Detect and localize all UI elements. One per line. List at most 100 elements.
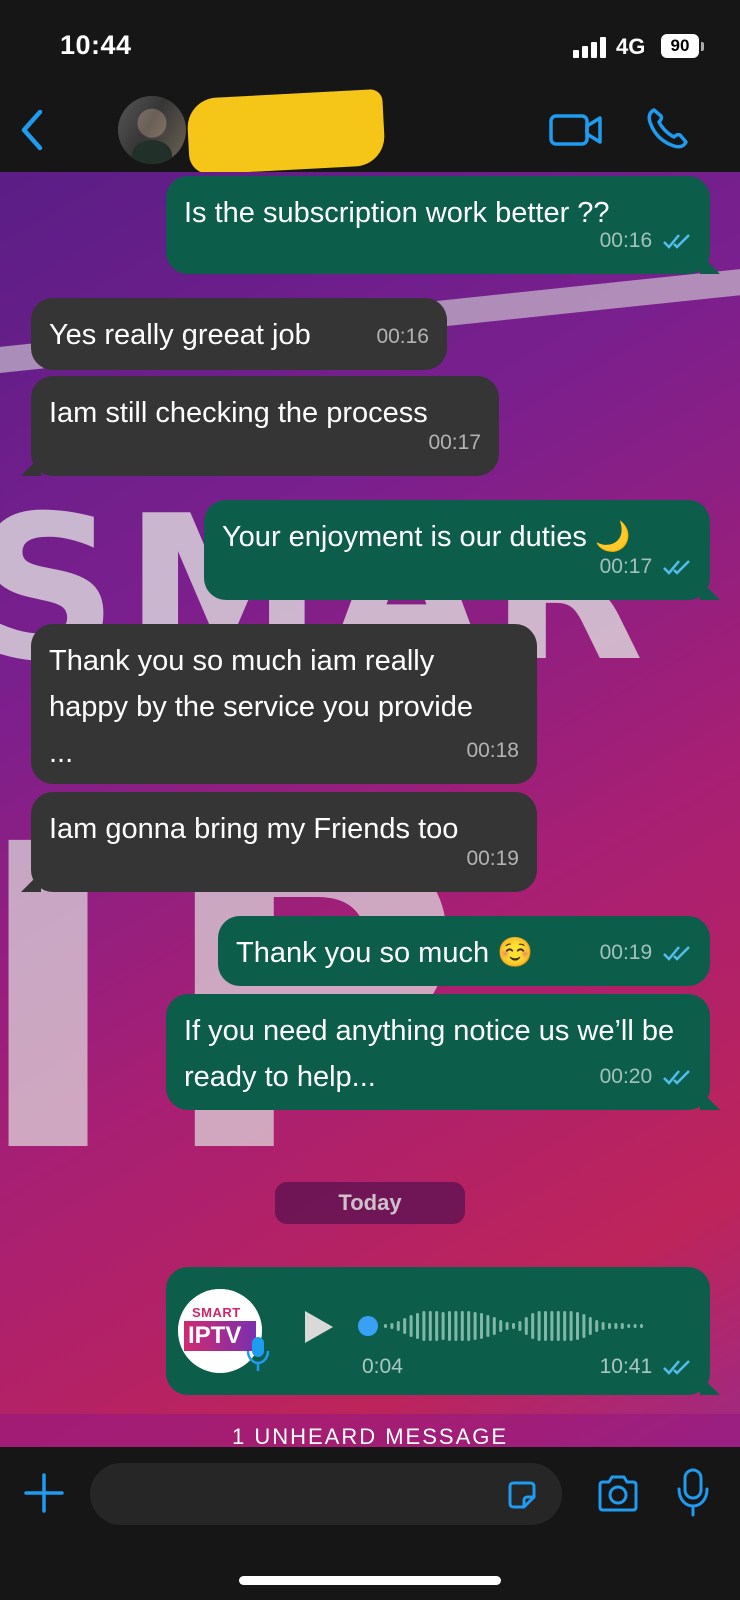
avatar-logo-small-text: SMART: [192, 1305, 241, 1320]
network-type: 4G: [616, 34, 646, 59]
waveform-scrubber: [358, 1316, 378, 1336]
message-time: 00:19: [466, 847, 519, 870]
camera-icon: [598, 1475, 638, 1512]
video-call-button[interactable]: [548, 108, 604, 152]
message-meta: 10:41: [600, 1355, 692, 1379]
video-camera-icon: [549, 114, 602, 146]
waveform-bar: [601, 1322, 605, 1330]
attach-button[interactable]: [22, 1471, 66, 1515]
message-time: 00:16: [376, 325, 429, 348]
play-button[interactable]: [302, 1309, 336, 1345]
waveform-bar: [595, 1320, 599, 1332]
back-button[interactable]: [14, 106, 54, 154]
chat-area[interactable]: SMAR IP Is the subscription work better …: [0, 172, 740, 1447]
message-bubble-incoming[interactable]: Iam still checking the process 00:17: [21, 376, 499, 476]
battery-level: 90: [661, 34, 699, 58]
message-bubble-outgoing[interactable]: If you need anything notice us we’ll be …: [166, 994, 720, 1110]
waveform-bar: [582, 1314, 586, 1338]
message-meta: 00:16: [376, 314, 429, 360]
sticker-button[interactable]: [506, 1479, 538, 1511]
waveform-bar: [454, 1311, 458, 1341]
waveform-bar: [416, 1313, 419, 1339]
message-input[interactable]: [90, 1463, 562, 1525]
message-bubble-outgoing[interactable]: Your enjoyment is our duties 🌙 00:17: [204, 500, 720, 600]
waveform-bar: [531, 1313, 535, 1339]
waveform-bar: [518, 1321, 522, 1331]
sticker-icon: [508, 1481, 536, 1509]
waveform-bar: [524, 1317, 528, 1335]
message-time: 00:17: [428, 431, 481, 454]
signal-strength-icon: [573, 36, 607, 58]
waveform-bar: [492, 1317, 496, 1335]
composer-bar: [0, 1447, 740, 1600]
message-bubble-incoming[interactable]: Iam gonna bring my Friends too 00:19: [21, 792, 537, 892]
audio-waveform[interactable]: [358, 1303, 678, 1349]
message-bubble-incoming[interactable]: Thank you so much iam really happy by th…: [31, 624, 537, 784]
message-text: Iam still checking the process: [49, 397, 428, 429]
waveform-bar: [620, 1323, 624, 1329]
waveform-bar: [512, 1323, 515, 1329]
message-meta: 00:20: [600, 1054, 692, 1100]
message-bubble-outgoing[interactable]: Is the subscription work better ?? 00:16: [166, 176, 720, 274]
voice-duration: 0:04: [362, 1355, 403, 1378]
waveform-bar: [640, 1324, 643, 1328]
message-time: 00:19: [599, 941, 653, 964]
message-meta: 00:16: [600, 218, 692, 264]
waveform-bar: [505, 1322, 509, 1330]
camera-button[interactable]: [596, 1475, 640, 1513]
waveform-bar: [556, 1311, 560, 1341]
waveform-bar: [435, 1311, 439, 1341]
waveform-bar: [428, 1311, 432, 1341]
date-separator: Today: [275, 1182, 465, 1224]
contact-avatar[interactable]: [118, 96, 186, 164]
message-time: 00:17: [599, 555, 653, 578]
unheard-messages-banner[interactable]: 1 UNHEARD MESSAGE: [0, 1414, 740, 1447]
waveform-bar: [537, 1311, 541, 1341]
message-text: Is the subscription work better ??: [184, 197, 610, 229]
battery-icon: [701, 42, 704, 51]
double-check-icon: [663, 1070, 690, 1086]
waveform-bar: [544, 1311, 547, 1341]
voice-message-bubble[interactable]: SMART IPTV 0:04 10:41: [166, 1267, 720, 1395]
home-indicator: [239, 1576, 501, 1585]
waveform-bar: [576, 1312, 579, 1340]
waveform-bar: [467, 1311, 471, 1341]
waveform-bar: [403, 1318, 407, 1334]
waveform-bar: [633, 1324, 637, 1328]
message-time: 10:41: [599, 1355, 653, 1378]
waveform-bar: [563, 1311, 567, 1341]
message-time: 00:20: [599, 1065, 653, 1088]
play-icon: [305, 1311, 333, 1343]
message-bubble-outgoing[interactable]: Thank you so much ☺️ 00:19: [218, 916, 710, 986]
chat-header: [0, 88, 740, 176]
waveform-bar: [473, 1312, 477, 1340]
message-meta: 00:19: [600, 930, 692, 976]
record-voice-button[interactable]: [676, 1467, 710, 1519]
message-text: Thank you so much iam really happy by th…: [49, 645, 473, 769]
double-check-icon: [663, 234, 690, 250]
waveform-bar: [550, 1311, 554, 1341]
message-text: Thank you so much ☺️: [236, 937, 534, 969]
double-check-icon: [663, 1360, 690, 1376]
waveform-bar: [396, 1321, 400, 1331]
voice-call-button[interactable]: [644, 104, 692, 152]
waveform-bar: [480, 1313, 483, 1339]
message-meta: 00:17: [600, 544, 692, 590]
message-text: Your enjoyment is our duties 🌙: [222, 521, 632, 553]
message-text: Yes really greeat job: [49, 319, 311, 351]
waveform-bar: [608, 1323, 611, 1329]
waveform-bar: [448, 1311, 451, 1341]
double-check-icon: [663, 560, 690, 576]
message-meta: 00:17: [428, 420, 481, 466]
waveform-bar: [384, 1324, 387, 1328]
waveform-bar: [627, 1324, 631, 1328]
waveform-bar: [486, 1315, 490, 1337]
microphone-icon: [677, 1468, 709, 1517]
waveform-bar: [569, 1311, 573, 1341]
message-bubble-incoming[interactable]: Yes really greeat job 00:16: [31, 298, 447, 370]
message-time: 00:18: [466, 739, 519, 762]
double-check-icon: [663, 946, 690, 962]
unheard-banner-text: 1 UNHEARD MESSAGE: [231, 1424, 509, 1447]
redacted-contact-name[interactable]: [186, 88, 386, 176]
microphone-badge-icon: [246, 1337, 270, 1371]
